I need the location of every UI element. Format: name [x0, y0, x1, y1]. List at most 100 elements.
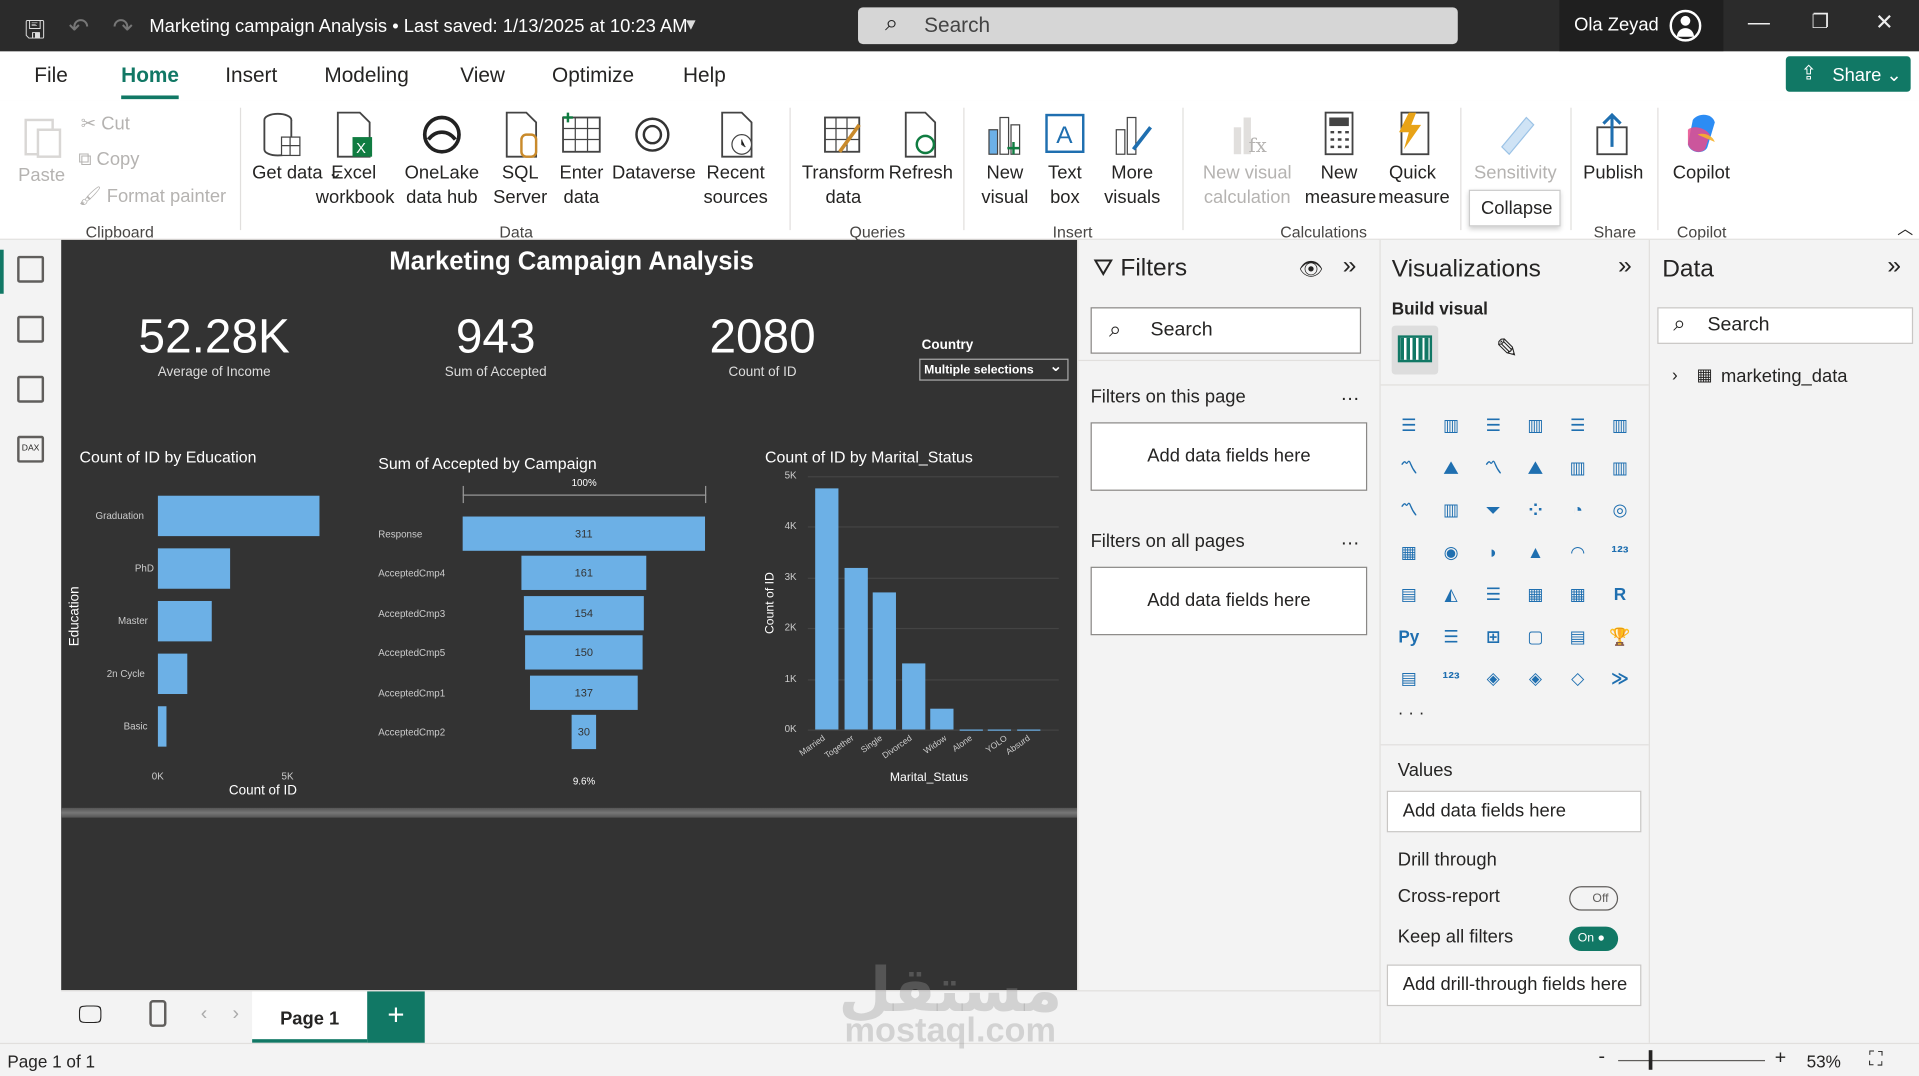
visual-type-icon[interactable]: ◠: [1563, 537, 1592, 566]
chevron-down-icon[interactable]: ▼: [683, 15, 699, 33]
data-search-input[interactable]: ⌕ Search: [1657, 307, 1914, 344]
visual-type-icon[interactable]: Py: [1394, 621, 1423, 650]
onelake-button[interactable]: OneLake data hub: [401, 100, 482, 210]
visual-type-icon[interactable]: ¹²³: [1605, 537, 1634, 566]
paste-button[interactable]: Paste: [17, 103, 66, 189]
expand-icon[interactable]: ›: [1672, 365, 1678, 385]
visual-type-icon[interactable]: ☰: [1479, 579, 1508, 608]
visual-type-icon[interactable]: ◭: [1436, 579, 1465, 608]
zoom-level[interactable]: 53%: [1807, 1051, 1841, 1071]
fit-to-page-icon[interactable]: ⛶: [1869, 1049, 1883, 1071]
next-page-icon[interactable]: ›: [233, 1004, 240, 1026]
document-title[interactable]: Marketing campaign Analysis • Last saved…: [149, 16, 687, 37]
menu-modeling[interactable]: Modeling: [324, 64, 408, 88]
more-options-icon[interactable]: …: [1340, 384, 1361, 406]
country-slicer[interactable]: Multiple selections: [919, 356, 1069, 381]
visual-type-icon[interactable]: ▥: [1436, 410, 1465, 439]
menu-file[interactable]: File: [34, 64, 68, 88]
visual-type-icon[interactable]: ◇: [1563, 663, 1592, 692]
more-visuals-button[interactable]: More visuals: [1102, 100, 1163, 210]
visual-type-icon[interactable]: ☰: [1479, 410, 1508, 439]
copilot-button[interactable]: Copilot: [1667, 100, 1736, 186]
zoom-in-icon[interactable]: +: [1775, 1048, 1786, 1070]
menu-home[interactable]: Home: [121, 64, 180, 100]
visual-type-icon[interactable]: ◈: [1479, 663, 1508, 692]
keep-filters-toggle[interactable]: On ●: [1569, 926, 1619, 952]
kpi-accepted[interactable]: 943 Sum of Accepted: [404, 311, 588, 380]
text-box-button[interactable]: A Text box: [1040, 100, 1089, 210]
enter-data-button[interactable]: Enter data: [556, 100, 607, 210]
more-options-icon[interactable]: …: [1340, 529, 1361, 551]
visual-type-icon[interactable]: ⛰: [1436, 452, 1465, 481]
table-view-icon[interactable]: [17, 315, 45, 343]
visual-type-icon[interactable]: ▢: [1521, 621, 1550, 650]
page-tab[interactable]: Page 1: [252, 991, 368, 1043]
visual-type-icon[interactable]: ▥: [1605, 452, 1634, 481]
visual-type-icon[interactable]: ▦: [1521, 579, 1550, 608]
redo-icon[interactable]: ↷: [113, 12, 134, 43]
copy-button[interactable]: ⧉ Copy: [78, 149, 139, 170]
collapse-ribbon-icon[interactable]: ︿: [1897, 215, 1913, 238]
restore-icon[interactable]: ❐: [1812, 10, 1830, 34]
filters-all-drop[interactable]: Add data fields here: [1090, 566, 1368, 636]
visual-type-icon[interactable]: ▦: [1394, 537, 1423, 566]
filters-page-drop[interactable]: Add data fields here: [1090, 422, 1368, 491]
kpi-income[interactable]: 52.28K Average of Income: [122, 311, 306, 380]
collapse-pane-icon[interactable]: »: [1618, 252, 1632, 280]
visual-type-icon[interactable]: ◎: [1605, 494, 1634, 523]
menu-insert[interactable]: Insert: [225, 64, 277, 88]
visual-type-icon[interactable]: ◔: [1563, 494, 1592, 523]
transform-data-button[interactable]: Transform data: [800, 100, 886, 210]
visual-type-icon[interactable]: 〽: [1394, 494, 1423, 523]
zoom-handle[interactable]: [1648, 1050, 1653, 1070]
sql-server-button[interactable]: SQL Server: [492, 100, 548, 210]
visual-type-icon[interactable]: 🏆: [1605, 621, 1634, 650]
visual-type-icon[interactable]: ⁘: [1521, 494, 1550, 523]
refresh-button[interactable]: Refresh: [889, 100, 953, 186]
table-name[interactable]: marketing_data: [1721, 366, 1848, 387]
visual-type-icon[interactable]: ☰: [1394, 410, 1423, 439]
search-box[interactable]: ⌕ Search: [858, 7, 1458, 45]
visual-type-icon[interactable]: ⏷: [1479, 494, 1508, 523]
report-view-icon[interactable]: [17, 255, 45, 283]
visual-type-icon[interactable]: ◗: [1479, 537, 1508, 566]
more-visuals-icon[interactable]: · · ·: [1398, 703, 1425, 723]
values-field-well[interactable]: Add data fields here: [1386, 790, 1642, 833]
excel-workbook-button[interactable]: X Excel workbook: [316, 100, 394, 210]
visual-type-icon[interactable]: ≫: [1605, 663, 1634, 692]
visual-type-icon[interactable]: ▥: [1605, 410, 1634, 439]
get-data-button[interactable]: Get data ⌄: [252, 100, 343, 186]
cross-report-toggle[interactable]: Off: [1569, 886, 1619, 911]
prev-page-icon[interactable]: ‹: [201, 1004, 208, 1026]
build-visual-tab[interactable]: [1391, 325, 1439, 375]
visual-type-icon[interactable]: ▤: [1394, 579, 1423, 608]
minimize-icon[interactable]: —: [1748, 10, 1770, 36]
visual-type-icon[interactable]: ◉: [1436, 537, 1465, 566]
drill-through-field-well[interactable]: Add drill-through fields here: [1386, 964, 1642, 1007]
visual-type-icon[interactable]: ☰: [1436, 621, 1465, 650]
new-measure-button[interactable]: New measure: [1305, 100, 1376, 210]
close-icon[interactable]: ✕: [1875, 10, 1893, 36]
sensitivity-button[interactable]: Sensitivity: [1471, 100, 1559, 186]
kpi-count[interactable]: 2080 Count of ID: [671, 311, 855, 380]
zoom-slider[interactable]: [1618, 1059, 1766, 1062]
eye-icon[interactable]: 👁: [1299, 257, 1324, 281]
visual-type-icon[interactable]: ▥: [1521, 410, 1550, 439]
visual-type-icon[interactable]: ▤: [1563, 621, 1592, 650]
visual-type-icon[interactable]: ☰: [1563, 410, 1592, 439]
collapse-pane-icon[interactable]: »: [1887, 252, 1901, 280]
undo-icon[interactable]: ↶: [69, 12, 90, 43]
visual-type-icon[interactable]: ⊞: [1479, 621, 1508, 650]
visual-type-icon[interactable]: ▤: [1394, 663, 1423, 692]
visual-type-icon[interactable]: ⛰: [1521, 452, 1550, 481]
format-visual-icon[interactable]: ✎: [1496, 333, 1519, 365]
avatar[interactable]: [1669, 9, 1702, 42]
dataverse-button[interactable]: Dataverse: [612, 100, 696, 186]
format-painter-button[interactable]: 🖌 Format painter: [78, 185, 226, 207]
add-page-button[interactable]: +: [367, 991, 425, 1045]
recent-sources-button[interactable]: Recent sources: [695, 100, 776, 210]
save-icon[interactable]: 🖫: [24, 12, 45, 54]
new-visual-calculation-button[interactable]: fx New visual calculation: [1195, 100, 1300, 210]
share-button[interactable]: Share ⌄: [1785, 56, 1911, 92]
visual-type-icon[interactable]: 〽: [1479, 452, 1508, 481]
